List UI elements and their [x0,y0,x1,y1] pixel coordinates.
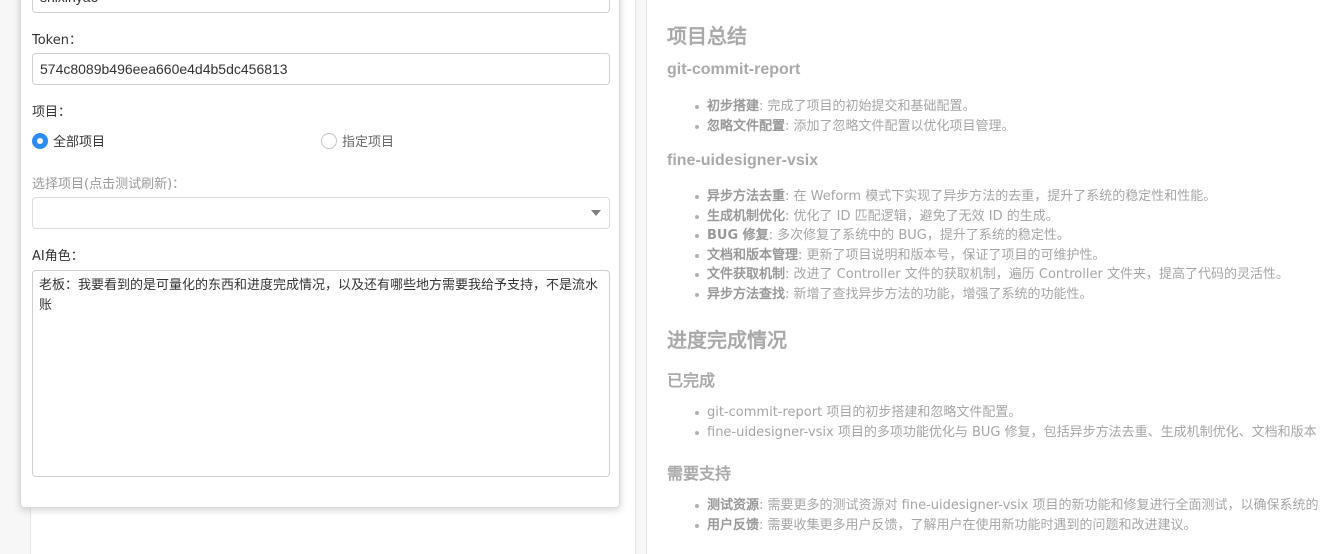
project-item-list: 初步搭建: 完成了项目的初始提交和基础配置。 忽略文件配置: 添加了忽略文件配置… [695,97,1015,136]
token-input[interactable]: 574c8089b496eea660e4d4b5dc456813 [32,53,610,85]
radio-unchecked-icon [321,132,337,149]
list-item: fine-uidesigner-vsix 项目的多项功能优化与 BUG 修复，包… [695,423,1317,443]
ai-role-label: AI角色： [32,249,84,264]
select-project-label: 选择项目(点击测试刷新)： [32,177,186,192]
token-label: Token： [32,33,82,48]
done-list: git-commit-report 项目的初步搭建和忽略文件配置。 fine-u… [695,403,1317,442]
radio-all-projects[interactable]: 全部项目 [32,131,105,150]
list-item: BUG 修复: 多次修复了系统中的 BUG，提升了系统的稳定性。 [695,226,1289,246]
project-label: 项目： [32,105,72,120]
list-item: 文件获取机制: 改进了 Controller 文件的获取机制，遍历 Contro… [695,265,1289,285]
username-input[interactable]: shixinyao [32,0,610,13]
done-heading: 已完成 [667,373,716,390]
project-item-list: 异步方法去重: 在 Weform 模式下实现了异步方法的去重，提升了系统的稳定性… [695,187,1289,305]
list-item: 用户反馈: 需要收集更多用户反馈，了解用户在使用新功能时遇到的问题和改进建议。 [695,516,1319,536]
list-item: 异步方法查找: 新增了查找异步方法的功能，增强了系统的功能性。 [695,285,1289,305]
chevron-down-icon [591,210,601,216]
radio-specific-projects[interactable]: 指定项目 [321,131,394,150]
list-item: git-commit-report 项目的初步搭建和忽略文件配置。 [695,403,1317,423]
report-preview: 项目总结 git-commit-report 初步搭建: 完成了项目的初始提交和… [667,0,1339,554]
radio-specific-label: 指定项目 [342,135,395,150]
settings-dialog: shixinyao Token： 574c8089b496eea660e4d4b… [20,0,620,508]
list-item: 忽略文件配置: 添加了忽略文件配置以优化项目管理。 [695,117,1015,137]
list-item: 文档和版本管理: 更新了项目说明和版本号，保证了项目的可维护性。 [695,246,1289,266]
list-item: 测试资源: 需要更多的测试资源对 fine-uidesigner-vsix 项目… [695,496,1319,516]
project-heading: git-commit-report [667,61,801,78]
radio-checked-icon [32,132,48,149]
panel-divider [646,0,647,554]
support-list: 测试资源: 需要更多的测试资源对 fine-uidesigner-vsix 项目… [695,496,1319,535]
summary-heading: 项目总结 [667,24,747,48]
ai-role-textarea[interactable]: 老板：我要看到的是可量化的东西和进度完成情况，以及还有哪些地方需要我给予支持，不… [32,270,610,477]
progress-heading: 进度完成情况 [667,328,787,352]
support-heading: 需要支持 [667,466,732,483]
project-heading: fine-uidesigner-vsix [667,152,819,169]
list-item: 异步方法去重: 在 Weform 模式下实现了异步方法的去重，提升了系统的稳定性… [695,187,1289,207]
list-item: 生成机制优化: 优化了 ID 匹配逻辑，避免了无效 ID 的生成。 [695,207,1289,227]
list-item: 初步搭建: 完成了项目的初始提交和基础配置。 [695,97,1015,117]
project-select[interactable] [32,197,610,229]
radio-all-label: 全部项目 [53,135,106,150]
